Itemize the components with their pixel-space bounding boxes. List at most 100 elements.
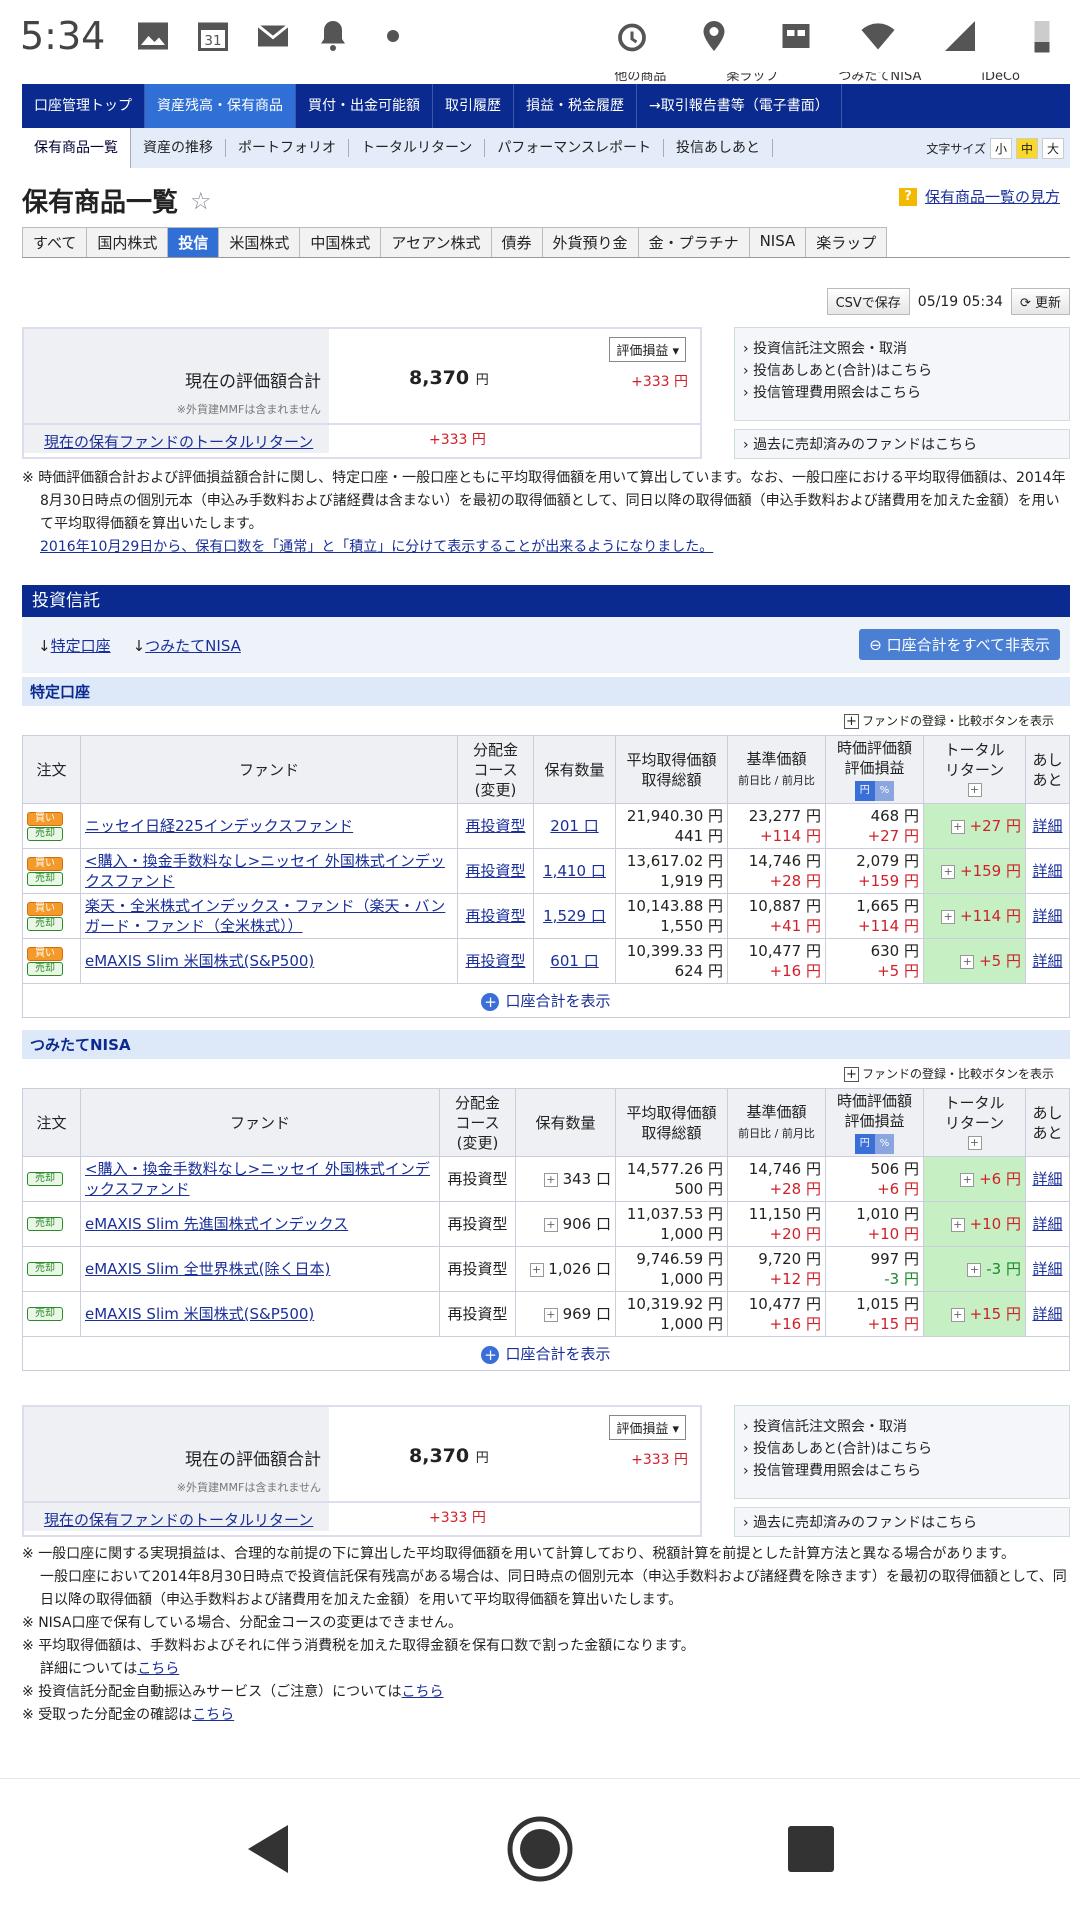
tab[interactable]: 金・プラチナ: [637, 227, 750, 257]
buy-button[interactable]: 買い: [27, 856, 63, 871]
refresh-button[interactable]: ⟳ 更新: [1010, 288, 1070, 315]
main-nav-item[interactable]: 取引履歴: [433, 84, 514, 128]
fund-link[interactable]: ニッセイ日経225インデックスファンド: [85, 817, 353, 835]
sell-button[interactable]: 売却: [27, 916, 63, 931]
summary-select[interactable]: 評価損益 ▾: [609, 1415, 686, 1440]
detail-link[interactable]: 詳細: [1032, 817, 1062, 835]
qty-link[interactable]: 201 口: [550, 817, 598, 835]
side-link[interactable]: › 投信管理費用照会はこちら: [743, 382, 1061, 404]
here-link[interactable]: こちら: [402, 1684, 444, 1700]
tab[interactable]: 楽ラップ: [805, 227, 888, 257]
tab[interactable]: 債券: [490, 227, 543, 257]
main-nav-item[interactable]: 買付・出金可能額: [296, 84, 433, 128]
expand-icon[interactable]: +: [967, 1262, 982, 1277]
sub-nav-item[interactable]: ポートフォリオ: [226, 139, 349, 157]
expand-icon[interactable]: +: [950, 1307, 965, 1322]
show-total-button[interactable]: + 口座合計を表示: [22, 984, 1070, 1018]
main-nav-item-active[interactable]: 資産残高・保有商品: [145, 84, 296, 128]
expand-icon[interactable]: +: [543, 1217, 558, 1232]
side-link-past[interactable]: › 過去に売却済みのファンドはこちら: [734, 429, 1070, 459]
course-link[interactable]: 再投資型: [465, 907, 525, 925]
buy-button[interactable]: 買い: [27, 901, 63, 916]
sell-button[interactable]: 売却: [27, 1262, 63, 1276]
font-size-large[interactable]: 大: [1041, 138, 1064, 159]
top-cut-item[interactable]: 他の商品: [614, 72, 666, 84]
anchor-nisa[interactable]: ↓つみたてNISA: [133, 635, 241, 656]
side-link[interactable]: › 投信管理費用照会はこちら: [743, 1460, 1061, 1482]
qty-link[interactable]: 1,410 口: [543, 862, 606, 880]
expand-icon[interactable]: +: [941, 909, 956, 924]
fund-link[interactable]: <購入・換金手数料なし>ニッセイ 外国株式インデックスファンド: [85, 1160, 430, 1198]
sub-nav-item[interactable]: 資産の推移: [131, 139, 226, 157]
home-icon[interactable]: [505, 1814, 575, 1884]
course-link[interactable]: 再投資型: [465, 862, 525, 880]
top-cut-item[interactable]: つみたてNISA: [838, 72, 921, 84]
qty-link[interactable]: 1,529 口: [543, 907, 606, 925]
course-link[interactable]: 再投資型: [465, 817, 525, 835]
fund-link[interactable]: 楽天・全米株式インデックス・ファンド（楽天・バンガード・ファンド（全米株式））: [85, 897, 445, 935]
expand-icon[interactable]: +: [941, 864, 956, 879]
buy-button[interactable]: 買い: [27, 946, 63, 961]
show-total-button[interactable]: + 口座合計を表示: [22, 1337, 1070, 1371]
howto-link[interactable]: 保有商品一覧の見方: [925, 186, 1060, 207]
side-link[interactable]: › 投資信託注文照会・取消: [743, 338, 1061, 360]
side-link[interactable]: › 投信あしあと(合計)はこちら: [743, 360, 1061, 382]
expand-icon[interactable]: +: [950, 819, 965, 834]
tab[interactable]: 中国株式: [299, 227, 382, 257]
tab[interactable]: すべて: [22, 227, 88, 257]
here-link[interactable]: こちら: [192, 1707, 234, 1723]
detail-link[interactable]: 詳細: [1032, 862, 1062, 880]
sell-button[interactable]: 売却: [27, 961, 63, 976]
detail-link[interactable]: 詳細: [1032, 952, 1062, 970]
note-link[interactable]: 2016年10月29日から、保有口数を「通常」と「積立」に分けて表示することが出…: [40, 539, 713, 555]
return-link[interactable]: 現在の保有ファンドのトータルリターン: [44, 1511, 313, 1529]
font-size-small[interactable]: 小: [989, 138, 1012, 159]
expand-icon[interactable]: +: [960, 1172, 975, 1187]
star-icon[interactable]: ☆: [190, 187, 212, 215]
expand-icon[interactable]: +: [960, 954, 975, 969]
sell-button[interactable]: 売却: [27, 1217, 63, 1231]
fund-link[interactable]: eMAXIS Slim 米国株式(S&P500): [85, 1305, 314, 1323]
anchor-tokutei[interactable]: ↓特定口座: [38, 635, 111, 656]
tab[interactable]: NISA: [748, 227, 807, 257]
expand-icon[interactable]: +: [543, 1307, 558, 1322]
expand-icon[interactable]: +: [543, 1172, 558, 1187]
here-link[interactable]: こちら: [137, 1661, 179, 1677]
course-link[interactable]: 再投資型: [465, 952, 525, 970]
expand-icon[interactable]: +: [529, 1262, 544, 1277]
tab[interactable]: アセアン株式: [380, 227, 492, 257]
sell-button[interactable]: 売却: [27, 1172, 63, 1186]
back-icon[interactable]: [240, 1819, 300, 1879]
detail-link[interactable]: 詳細: [1032, 1260, 1062, 1278]
fund-link[interactable]: <購入・換金手数料なし>ニッセイ 外国株式インデックスファンド: [85, 852, 445, 890]
sell-button[interactable]: 売却: [27, 826, 63, 841]
detail-link[interactable]: 詳細: [1032, 1170, 1062, 1188]
top-cut-item[interactable]: 楽ラップ: [726, 72, 778, 84]
fund-link[interactable]: eMAXIS Slim 米国株式(S&P500): [85, 952, 314, 970]
sub-nav-item[interactable]: 投信あしあと: [664, 139, 774, 157]
side-link[interactable]: › 投資信託注文照会・取消: [743, 1416, 1061, 1438]
fund-link[interactable]: eMAXIS Slim 先進国株式インデックス: [85, 1215, 348, 1233]
main-nav-item[interactable]: →取引報告書等（電子書面）: [637, 84, 842, 128]
sub-nav-item-active[interactable]: 保有商品一覧: [22, 128, 131, 168]
detail-link[interactable]: 詳細: [1032, 1215, 1062, 1233]
main-nav-item[interactable]: 口座管理トップ: [22, 84, 145, 128]
recents-icon[interactable]: [785, 1823, 837, 1875]
sell-button[interactable]: 売却: [27, 1307, 63, 1321]
return-link[interactable]: 現在の保有ファンドのトータルリターン: [44, 433, 313, 451]
csv-button[interactable]: CSVで保存: [826, 288, 910, 315]
sell-button[interactable]: 売却: [27, 871, 63, 886]
side-link-past[interactable]: › 過去に売却済みのファンドはこちら: [734, 1507, 1070, 1537]
detail-link[interactable]: 詳細: [1032, 907, 1062, 925]
qty-link[interactable]: 601 口: [550, 952, 598, 970]
side-link[interactable]: › 投信あしあと(合計)はこちら: [743, 1438, 1061, 1460]
buy-button[interactable]: 買い: [27, 811, 63, 826]
top-cut-item[interactable]: iDeCo: [981, 72, 1020, 84]
tab[interactable]: 国内株式: [86, 227, 169, 257]
tab-active[interactable]: 投信: [167, 227, 220, 257]
add-compare-button[interactable]: + ファンドの登録・比較ボタンを表示: [22, 712, 1070, 729]
expand-icon[interactable]: +: [950, 1217, 965, 1232]
detail-link[interactable]: 詳細: [1032, 1305, 1062, 1323]
hide-all-button[interactable]: ⊖ 口座合計をすべて非表示: [859, 629, 1060, 660]
tab[interactable]: 外貨預り金: [541, 227, 639, 257]
